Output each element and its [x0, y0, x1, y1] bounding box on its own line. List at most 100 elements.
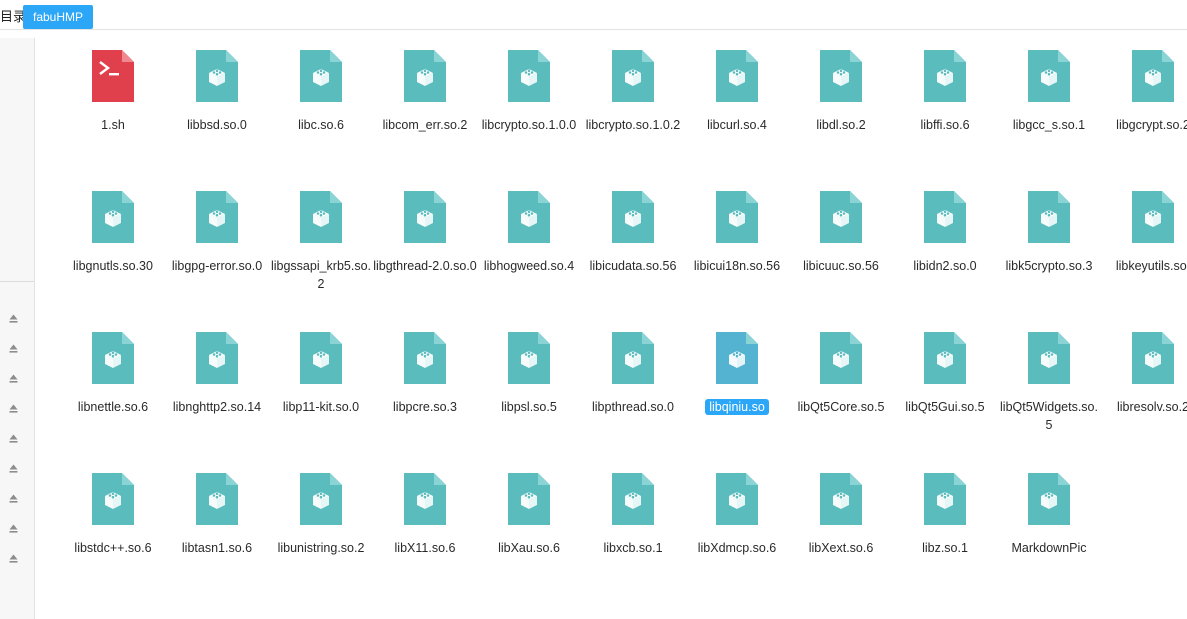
file-name-label: libidn2.so.0 [893, 257, 997, 275]
library-file-icon [820, 191, 862, 243]
eject-icon[interactable] [8, 494, 18, 504]
library-file-icon [924, 332, 966, 384]
library-file-icon [820, 332, 862, 384]
file-name-label: libgssapi_krb5.so.2 [269, 257, 373, 293]
file-item[interactable]: libgpg-error.so.0 [165, 185, 269, 315]
file-name-label: libgpg-error.so.0 [165, 257, 269, 275]
library-file-icon [92, 332, 134, 384]
file-item[interactable]: libXau.so.6 [477, 467, 581, 597]
file-item[interactable]: libcurl.so.4 [685, 44, 789, 174]
file-item[interactable]: 1.sh [61, 44, 165, 174]
file-name-label: libkeyutils.so. [1101, 257, 1187, 275]
sidebar-divider [0, 281, 34, 282]
library-file-icon [1132, 191, 1174, 243]
file-item[interactable]: libpsl.so.5 [477, 326, 581, 456]
library-file-icon [196, 50, 238, 102]
sidebar [0, 38, 35, 619]
library-file-icon [300, 473, 342, 525]
file-name-label: libtasn1.so.6 [165, 539, 269, 557]
file-item[interactable]: libXext.so.6 [789, 467, 893, 597]
file-name-text: libnghttp2.so.14 [172, 400, 262, 414]
file-item[interactable]: MarkdownPic [997, 467, 1101, 597]
file-item[interactable]: libicudata.so.56 [581, 185, 685, 315]
file-name-text: libqiniu.so [705, 399, 769, 415]
file-item[interactable]: libcom_err.so.2 [373, 44, 477, 174]
file-item[interactable]: libqiniu.so [685, 326, 789, 456]
file-item[interactable]: libQt5Core.so.5 [789, 326, 893, 456]
file-name-text: libdl.so.2 [816, 118, 866, 132]
file-item[interactable]: libQt5Gui.so.5 [893, 326, 997, 456]
library-file-icon [300, 50, 342, 102]
file-item[interactable]: libkeyutils.so. [1101, 185, 1187, 315]
file-name-label: libXext.so.6 [789, 539, 893, 557]
file-item[interactable]: libhogweed.so.4 [477, 185, 581, 315]
library-file-icon [1028, 473, 1070, 525]
file-item[interactable]: libffi.so.6 [893, 44, 997, 174]
eject-icon[interactable] [8, 404, 18, 414]
breadcrumb-current[interactable]: fabuHMP [23, 5, 94, 29]
file-item[interactable]: libgcc_s.so.1 [997, 44, 1101, 174]
file-name-text: libpcre.so.3 [393, 400, 457, 414]
file-item[interactable]: libcrypto.so.1.0.0 [477, 44, 581, 174]
file-item[interactable]: libgssapi_krb5.so.2 [269, 185, 373, 315]
file-item[interactable]: libpthread.so.0 [581, 326, 685, 456]
file-name-label: libicudata.so.56 [581, 257, 685, 275]
eject-icon[interactable] [8, 434, 18, 444]
library-file-icon [1132, 332, 1174, 384]
file-item[interactable]: libpcre.so.3 [373, 326, 477, 456]
eject-icon[interactable] [8, 524, 18, 534]
eject-icon[interactable] [8, 554, 18, 564]
library-file-icon [508, 191, 550, 243]
file-name-text: libc.so.6 [298, 118, 344, 132]
file-item[interactable]: libunistring.so.2 [269, 467, 373, 597]
file-name-label: libQt5Gui.so.5 [893, 398, 997, 416]
file-item[interactable]: libicui18n.so.56 [685, 185, 789, 315]
file-name-label: libcom_err.so.2 [373, 116, 477, 134]
file-item[interactable]: libnettle.so.6 [61, 326, 165, 456]
file-item[interactable]: libtasn1.so.6 [165, 467, 269, 597]
file-name-label: libgcrypt.so.2 [1101, 116, 1187, 134]
eject-icon[interactable] [8, 344, 18, 354]
file-name-text: libXdmcp.so.6 [697, 541, 777, 555]
file-name-text: libxcb.so.1 [603, 541, 663, 555]
breadcrumb: 目录 fabuHMP [0, 5, 1187, 30]
file-name-label: libX11.so.6 [373, 539, 477, 557]
file-item[interactable]: libX11.so.6 [373, 467, 477, 597]
file-item[interactable]: libxcb.so.1 [581, 467, 685, 597]
file-name-label: libnghttp2.so.14 [165, 398, 269, 416]
file-name-text: libz.so.1 [922, 541, 968, 555]
library-file-icon [716, 191, 758, 243]
file-item[interactable]: libstdc++.so.6 [61, 467, 165, 597]
file-item[interactable]: libz.so.1 [893, 467, 997, 597]
file-item[interactable]: libnghttp2.so.14 [165, 326, 269, 456]
file-item[interactable]: libbsd.so.0 [165, 44, 269, 174]
file-item[interactable]: libresolv.so.2 [1101, 326, 1187, 456]
eject-icon[interactable] [8, 464, 18, 474]
eject-icon[interactable] [8, 314, 18, 324]
file-item[interactable]: libQt5Widgets.so.5 [997, 326, 1101, 456]
library-file-icon [404, 50, 446, 102]
file-name-label: libhogweed.so.4 [477, 257, 581, 275]
file-item[interactable]: libgthread-2.0.so.0 [373, 185, 477, 315]
library-file-icon [1132, 50, 1174, 102]
library-file-icon [92, 191, 134, 243]
file-name-label: libbsd.so.0 [165, 116, 269, 134]
file-name-text: libcurl.so.4 [707, 118, 767, 132]
file-item[interactable]: libidn2.so.0 [893, 185, 997, 315]
file-item[interactable]: libgcrypt.so.2 [1101, 44, 1187, 174]
file-name-label: libz.so.1 [893, 539, 997, 557]
file-item[interactable]: libcrypto.so.1.0.2 [581, 44, 685, 174]
file-item[interactable]: libp11-kit.so.0 [269, 326, 373, 456]
file-name-text: libffi.so.6 [920, 118, 970, 132]
file-item[interactable]: libgnutls.so.30 [61, 185, 165, 315]
file-item[interactable]: libc.so.6 [269, 44, 373, 174]
file-item[interactable]: libdl.so.2 [789, 44, 893, 174]
file-item[interactable]: libXdmcp.so.6 [685, 467, 789, 597]
file-item[interactable]: libk5crypto.so.3 [997, 185, 1101, 315]
library-file-icon [196, 473, 238, 525]
file-item[interactable]: libicuuc.so.56 [789, 185, 893, 315]
library-file-icon [612, 332, 654, 384]
file-name-label: libnettle.so.6 [61, 398, 165, 416]
eject-icon[interactable] [8, 374, 18, 384]
file-name-text: libresolv.so.2 [1116, 400, 1187, 414]
